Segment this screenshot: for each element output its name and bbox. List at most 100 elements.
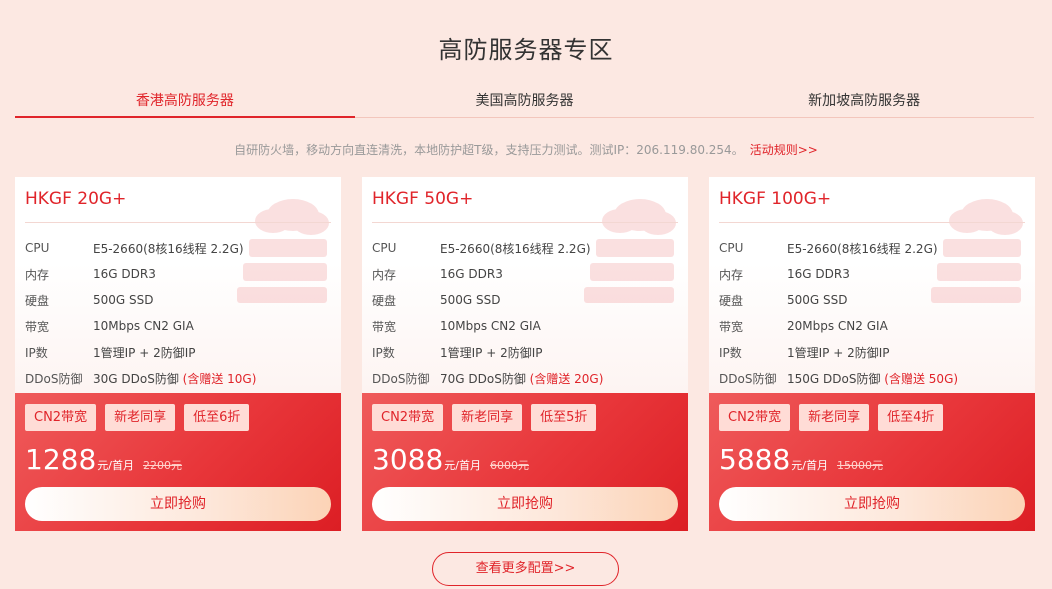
spec-value: E5-2660(8核16线程 2.2G): [93, 241, 244, 256]
spec-value: 150G DDoS防御 (含赠送 50G): [787, 370, 958, 387]
spec-row-disk: 硬盘 500G SSD: [25, 287, 331, 313]
original-price: 15000元: [836, 459, 883, 472]
view-more-configs-button[interactable]: 查看更多配置>>: [432, 552, 619, 586]
spec-row-ip: IP数 1管理IP + 2防御IP: [25, 339, 331, 365]
spec-label: 硬盘: [25, 293, 50, 308]
spec-row-disk: 硬盘 500G SSD: [719, 287, 1025, 313]
spec-row-ip: IP数 1管理IP + 2防御IP: [372, 339, 678, 365]
tag-badge: 新老同享: [105, 404, 176, 431]
tag-badge: 低至4折: [878, 404, 944, 431]
spec-value: 16G DDR3: [440, 267, 503, 281]
server-region-tabs: 香港高防服务器 美国高防服务器 新加坡高防服务器: [15, 82, 1034, 118]
spec-value: 10Mbps CN2 GIA: [440, 319, 541, 333]
spec-label: CPU: [372, 241, 397, 255]
divider: [719, 222, 1025, 223]
price-value: 5888: [719, 443, 791, 476]
server-card-hkgf-50g: HKGF 50G+ CPU E5-2660(8核16线程 2.2G) 内存 16G …: [362, 177, 688, 531]
activity-rules-link[interactable]: 活动规则>>: [750, 143, 818, 157]
spec-row-ip: IP数 1管理IP + 2防御IP: [719, 339, 1025, 365]
ddos-gift: (含赠送 10G): [182, 371, 257, 386]
price: 1288 元/首月 2200元: [25, 443, 182, 476]
spec-label: 内存: [25, 267, 50, 282]
tab-singapore[interactable]: 新加坡高防服务器: [694, 82, 1034, 117]
spec-label: DDoS防御: [372, 371, 430, 386]
ddos-gift: (含赠送 50G): [884, 371, 959, 386]
spec-row-ddos: DDoS防御 150G DDoS防御 (含赠送 50G): [719, 365, 1025, 391]
plan-name: HKGF 20G+: [25, 189, 127, 209]
spec-value: 500G SSD: [787, 293, 848, 307]
tab-usa[interactable]: 美国高防服务器: [355, 82, 695, 117]
spec-value: 20Mbps CN2 GIA: [787, 319, 888, 333]
spec-row-disk: 硬盘 500G SSD: [372, 287, 678, 313]
spec-row-ddos: DDoS防御 70G DDoS防御 (含赠送 20G): [372, 365, 678, 391]
spec-label: 硬盘: [719, 293, 744, 308]
ddos-gift: (含赠送 20G): [529, 371, 604, 386]
page-title: 高防服务器专区: [438, 36, 614, 64]
spec-label: 带宽: [25, 319, 50, 334]
spec-label: IP数: [719, 345, 742, 360]
spec-row-ram: 内存 16G DDR3: [372, 261, 678, 287]
spec-label: 硬盘: [372, 293, 397, 308]
spec-label: DDoS防御: [719, 371, 777, 386]
plan-name: HKGF 100G+: [719, 189, 832, 209]
spec-row-cpu: CPU E5-2660(8核16线程 2.2G): [25, 235, 331, 261]
card-price-panel: CN2带宽 新老同享 低至6折 1288 元/首月 2200元 立即抢购: [15, 393, 341, 531]
tag-badge: 低至6折: [184, 404, 250, 431]
tag-badge: 新老同享: [799, 404, 870, 431]
buy-now-button[interactable]: 立即抢购: [372, 487, 678, 521]
tag-list: CN2带宽 新老同享 低至6折: [25, 404, 250, 431]
card-spec-panel: HKGF 100G+ CPU E5-2660(8核16线程 2.2G) 内存 16G…: [709, 177, 1035, 393]
ddos-value: 70G DDoS防御: [440, 371, 526, 386]
spec-value: 10Mbps CN2 GIA: [93, 319, 194, 333]
card-price-panel: CN2带宽 新老同享 低至4折 5888 元/首月 15000元 立即抢购: [709, 393, 1035, 531]
spec-list: CPU E5-2660(8核16线程 2.2G) 内存 16G DDR3 硬盘 500…: [372, 235, 678, 391]
price-value: 1288: [25, 443, 97, 476]
price: 5888 元/首月 15000元: [719, 443, 883, 476]
spec-label: IP数: [25, 345, 48, 360]
spec-label: 内存: [372, 267, 397, 282]
server-card-hkgf-20g: HKGF 20G+ CPU E5-2660(8核16线程 2.2G) 内存 16G …: [15, 177, 341, 531]
spec-row-cpu: CPU E5-2660(8核16线程 2.2G): [719, 235, 1025, 261]
spec-value: 1管理IP + 2防御IP: [787, 345, 890, 360]
tag-badge: CN2带宽: [372, 404, 444, 431]
tag-badge: CN2带宽: [25, 404, 97, 431]
buy-now-button[interactable]: 立即抢购: [719, 487, 1025, 521]
spec-label: DDoS防御: [25, 371, 83, 386]
spec-row-bandwidth: 带宽 10Mbps CN2 GIA: [25, 313, 331, 339]
original-price: 2200元: [142, 459, 182, 472]
tag-list: CN2带宽 新老同享 低至5折: [372, 404, 597, 431]
spec-row-ddos: DDoS防御 30G DDoS防御 (含赠送 10G): [25, 365, 331, 391]
spec-label: IP数: [372, 345, 395, 360]
tag-badge: CN2带宽: [719, 404, 791, 431]
price-unit: 元/首月: [97, 459, 134, 472]
spec-row-cpu: CPU E5-2660(8核16线程 2.2G): [372, 235, 678, 261]
ddos-value: 30G DDoS防御: [93, 371, 179, 386]
spec-value: 1管理IP + 2防御IP: [440, 345, 543, 360]
spec-label: CPU: [719, 241, 744, 255]
spec-list: CPU E5-2660(8核16线程 2.2G) 内存 16G DDR3 硬盘 500…: [719, 235, 1025, 391]
spec-label: 带宽: [372, 319, 397, 334]
plan-name: HKGF 50G+: [372, 189, 474, 209]
tab-hongkong[interactable]: 香港高防服务器: [15, 82, 355, 118]
spec-list: CPU E5-2660(8核16线程 2.2G) 内存 16G DDR3 硬盘 500…: [25, 235, 331, 391]
price: 3088 元/首月 6000元: [372, 443, 529, 476]
spec-value: 500G SSD: [440, 293, 501, 307]
spec-value: 16G DDR3: [787, 267, 850, 281]
card-spec-panel: HKGF 50G+ CPU E5-2660(8核16线程 2.2G) 内存 16G …: [362, 177, 688, 393]
spec-row-bandwidth: 带宽 20Mbps CN2 GIA: [719, 313, 1025, 339]
spec-label: CPU: [25, 241, 50, 255]
tag-badge: 低至5折: [531, 404, 597, 431]
divider: [372, 222, 678, 223]
spec-value: 500G SSD: [93, 293, 154, 307]
buy-now-button[interactable]: 立即抢购: [25, 487, 331, 521]
original-price: 6000元: [489, 459, 529, 472]
spec-row-bandwidth: 带宽 10Mbps CN2 GIA: [372, 313, 678, 339]
price-unit: 元/首月: [444, 459, 481, 472]
spec-value: 70G DDoS防御 (含赠送 20G): [440, 370, 603, 387]
notice-text: 自研防火墙，移动方向直连清洗，本地防护超T级，支持压力测试。测试IP：206.1…: [234, 143, 744, 157]
spec-value: 1管理IP + 2防御IP: [93, 345, 196, 360]
card-price-panel: CN2带宽 新老同享 低至5折 3088 元/首月 6000元 立即抢购: [362, 393, 688, 531]
spec-value: 30G DDoS防御 (含赠送 10G): [93, 370, 256, 387]
server-card-hkgf-100g: HKGF 100G+ CPU E5-2660(8核16线程 2.2G) 内存 16G…: [709, 177, 1035, 531]
spec-row-ram: 内存 16G DDR3: [25, 261, 331, 287]
